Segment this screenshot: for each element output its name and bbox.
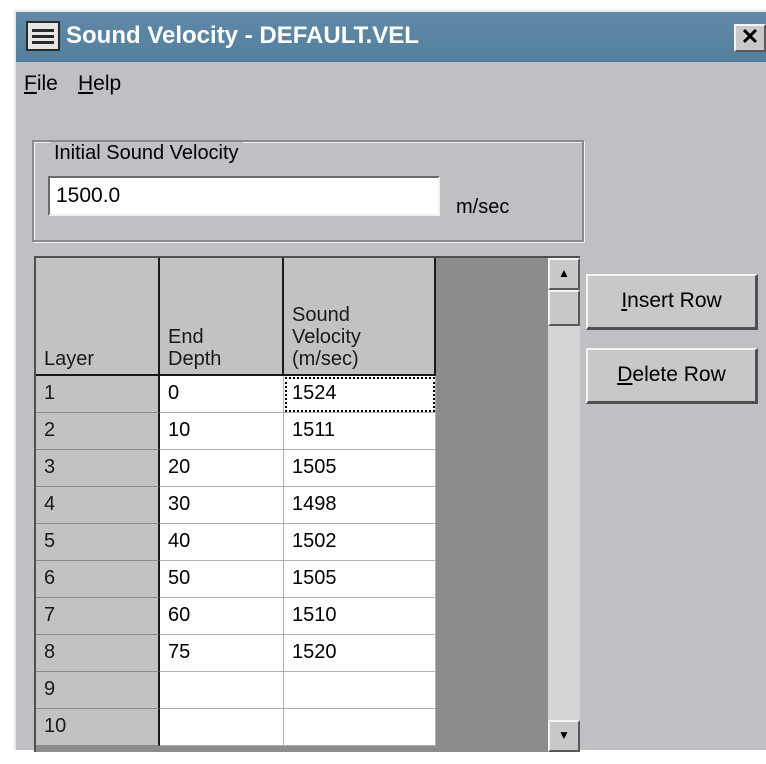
row-layer-cell: 10 (36, 709, 160, 746)
delete-row-button[interactable]: Delete Row (586, 348, 758, 404)
title-bar[interactable]: Sound Velocity - DEFAULT.VEL ✕ (16, 12, 766, 62)
window-title: Sound Velocity - DEFAULT.VEL (66, 22, 419, 49)
row-sound-velocity-cell[interactable] (284, 672, 436, 709)
scroll-down-button[interactable]: ▼ (548, 720, 580, 752)
row-end-depth-cell[interactable]: 0 (160, 376, 284, 413)
row-end-depth-cell[interactable]: 20 (160, 450, 284, 487)
scroll-up-button[interactable]: ▲ (548, 258, 580, 290)
row-layer-cell: 3 (36, 450, 160, 487)
row-sound-velocity-cell[interactable]: 1498 (284, 487, 436, 524)
header-layer: Layer (36, 258, 160, 376)
row-layer-cell: 5 (36, 524, 160, 561)
close-button[interactable]: ✕ (734, 24, 766, 52)
menu-file[interactable]: File (24, 72, 58, 96)
row-layer-cell: 1 (36, 376, 160, 413)
row-end-depth-cell[interactable] (160, 672, 284, 709)
initial-velocity-input[interactable] (48, 176, 440, 216)
row-sound-velocity-cell[interactable] (284, 709, 436, 746)
menu-help[interactable]: Help (78, 72, 121, 96)
row-sound-velocity-cell[interactable]: 1502 (284, 524, 436, 561)
row-end-depth-cell[interactable]: 60 (160, 598, 284, 635)
velocity-unit-label: m/sec (456, 196, 510, 218)
scroll-up-arrow-icon: ▲ (558, 266, 570, 280)
close-icon: ✕ (740, 24, 760, 49)
row-sound-velocity-cell[interactable]: 1505 (284, 561, 436, 598)
row-sound-velocity-cell[interactable]: 1511 (284, 413, 436, 450)
row-end-depth-cell[interactable]: 75 (160, 635, 284, 672)
initial-velocity-group-label: Initial Sound Velocity (50, 142, 243, 165)
row-layer-cell: 9 (36, 672, 160, 709)
header-end-depth: End Depth (160, 258, 284, 376)
row-layer-cell: 6 (36, 561, 160, 598)
app-icon[interactable] (26, 21, 60, 51)
sound-velocity-window: Sound Velocity - DEFAULT.VEL ✕ File Help… (14, 10, 766, 752)
velocity-layer-table: Layer End Depth Sound Velocity (m/sec) 1… (34, 256, 580, 752)
row-end-depth-cell[interactable]: 30 (160, 487, 284, 524)
insert-row-button[interactable]: Insert Row (586, 274, 758, 330)
row-end-depth-cell[interactable]: 10 (160, 413, 284, 450)
header-sound-velocity: Sound Velocity (m/sec) (284, 258, 436, 376)
row-layer-cell: 8 (36, 635, 160, 672)
row-layer-cell: 7 (36, 598, 160, 635)
scroll-down-arrow-icon: ▼ (558, 728, 570, 742)
row-end-depth-cell[interactable]: 50 (160, 561, 284, 598)
scroll-thumb[interactable] (548, 290, 580, 326)
row-sound-velocity-cell[interactable]: 1520 (284, 635, 436, 672)
row-end-depth-cell[interactable]: 40 (160, 524, 284, 561)
row-end-depth-cell[interactable] (160, 709, 284, 746)
row-layer-cell: 4 (36, 487, 160, 524)
menu-bar: File Help (16, 64, 766, 104)
row-sound-velocity-cell[interactable]: 1524 (284, 376, 436, 413)
table-vertical-scrollbar[interactable]: ▲ ▼ (548, 258, 580, 752)
row-sound-velocity-cell[interactable]: 1510 (284, 598, 436, 635)
row-sound-velocity-cell[interactable]: 1505 (284, 450, 436, 487)
row-layer-cell: 2 (36, 413, 160, 450)
